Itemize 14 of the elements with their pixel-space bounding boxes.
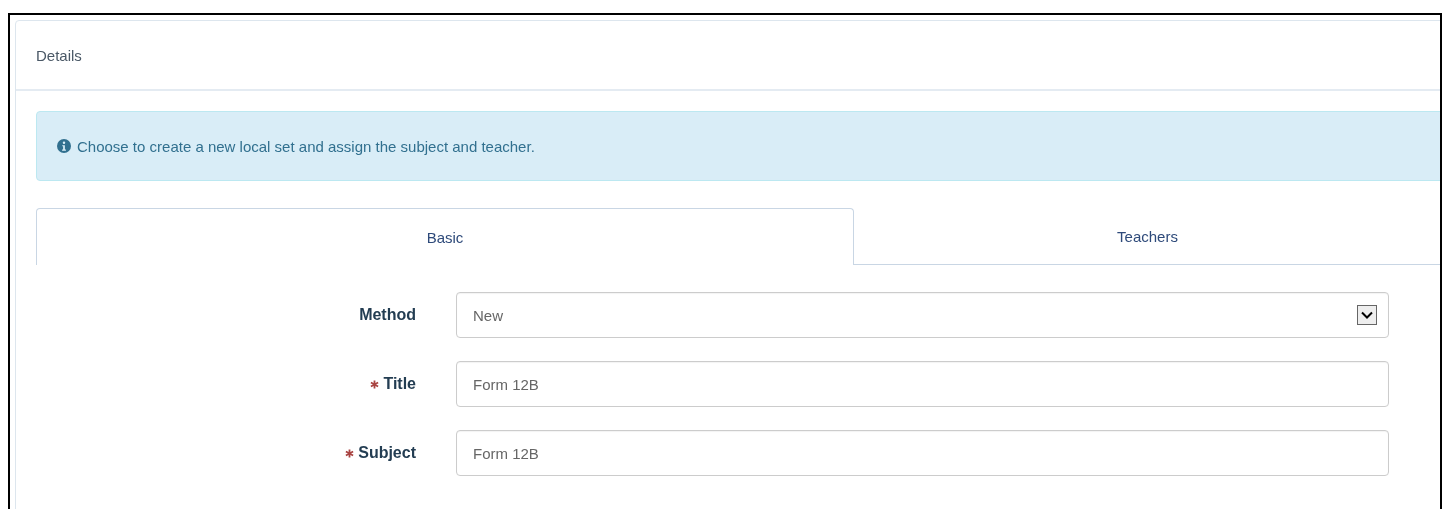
required-icon xyxy=(370,379,380,389)
tab[interactable]: Basic xyxy=(36,208,854,265)
field-label: Subject xyxy=(358,444,416,462)
alert-message: Choose to create a new local set and assign the subject and teacher. xyxy=(77,137,535,155)
caret-icon xyxy=(1357,305,1377,325)
input-field[interactable]: Form 12B xyxy=(456,361,1389,407)
tab[interactable]: Teachers xyxy=(854,208,1440,264)
method-dropdown[interactable]: New xyxy=(456,292,1389,338)
panel-title: Details xyxy=(36,46,82,64)
field-label: Title xyxy=(383,375,416,393)
input-field[interactable]: Form 12B xyxy=(456,430,1389,476)
info-icon xyxy=(57,139,71,153)
field-label: Method xyxy=(359,306,416,324)
required-icon xyxy=(345,448,355,458)
